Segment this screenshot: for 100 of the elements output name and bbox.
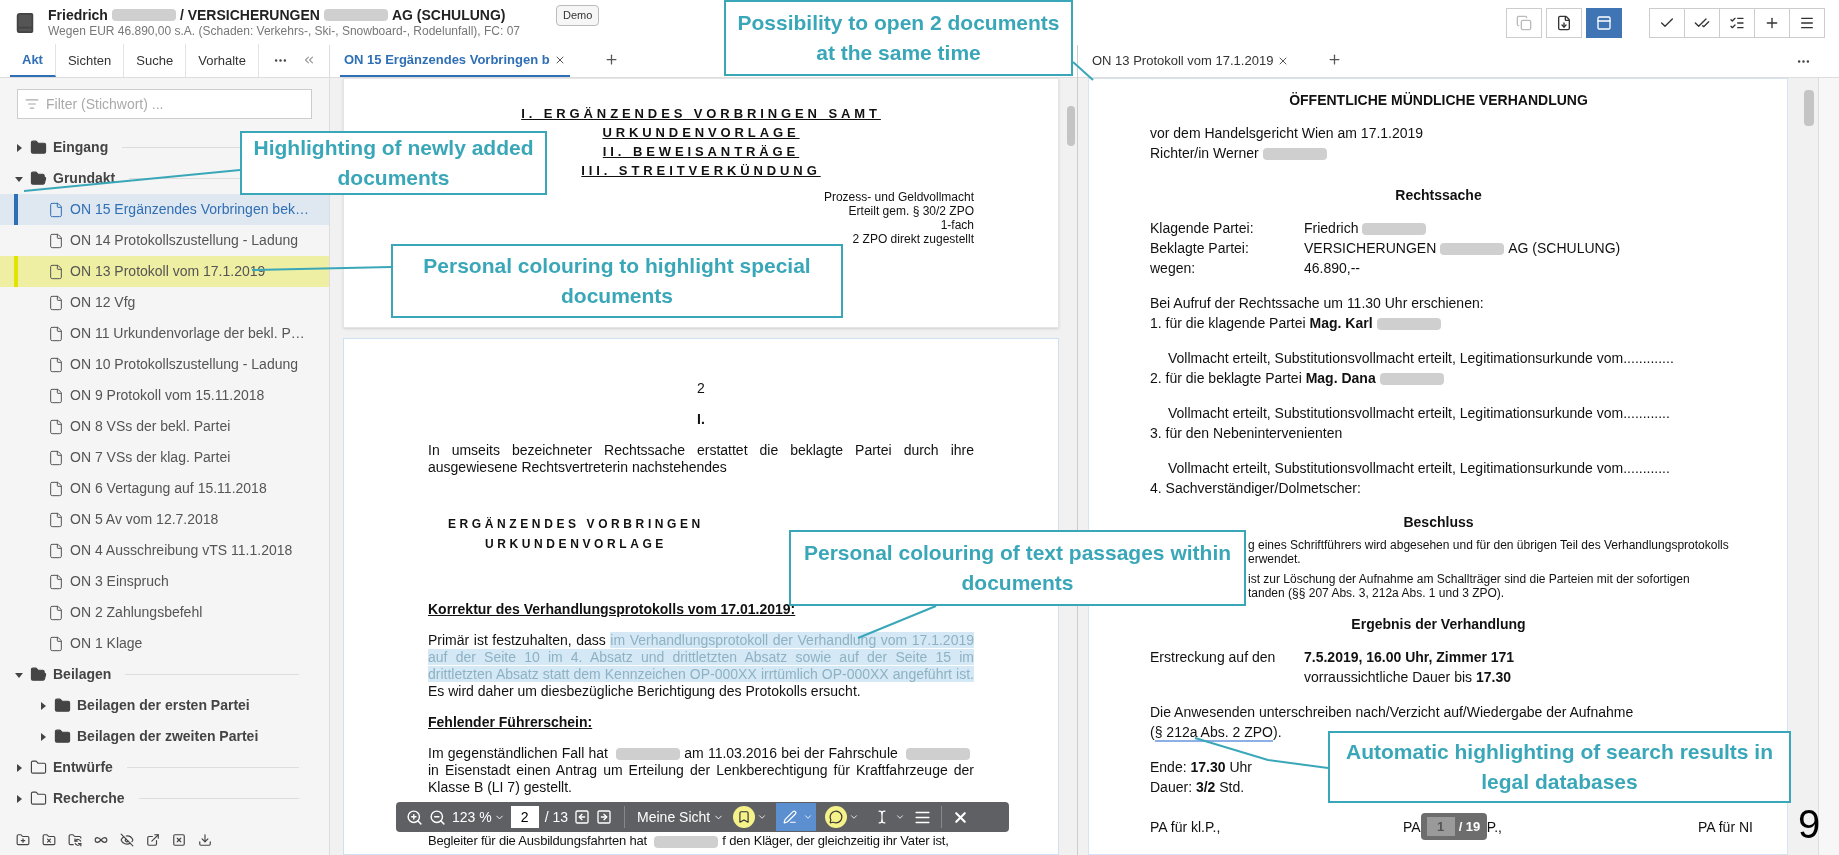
- next-page-icon[interactable]: [596, 809, 613, 825]
- document-item[interactable]: ON 8 VSs der bekl. Partei: [0, 411, 329, 442]
- add-tab-icon[interactable]: [1327, 52, 1343, 67]
- sidebar-tab[interactable]: Suche: [124, 44, 187, 77]
- scrollbar-thumb[interactable]: [1804, 90, 1814, 126]
- scrollbar-thumb[interactable]: [1067, 106, 1075, 146]
- document-text: erwendet.: [1248, 552, 1302, 566]
- document-item[interactable]: ON 10 Protokollszustellung - Ladung: [0, 349, 329, 380]
- document-section-title: Beschluss: [1403, 513, 1474, 532]
- redaction-blur: [616, 748, 681, 761]
- caret-down-icon: [849, 812, 860, 822]
- document-tab[interactable]: ON 13 Protokoll vom 17.1.2019: [1088, 44, 1294, 77]
- document-heading: ERGÄNZENDES VORBRINGEN: [448, 516, 704, 533]
- document-icon: [48, 387, 64, 404]
- annotation-callout: Personal colouring of text passages within documents: [789, 530, 1246, 606]
- folder-label[interactable]: Grundakt: [53, 168, 116, 189]
- sidebar-tab[interactable]: Akt: [10, 44, 56, 77]
- copy-icon: [1516, 14, 1532, 31]
- caret-down-icon: [803, 812, 814, 822]
- zoom-in-icon[interactable]: [406, 808, 423, 826]
- folder-label[interactable]: Beilagen der zweiten Partei: [77, 726, 259, 747]
- document-text: Richter/in Werner: [1150, 145, 1259, 161]
- document-icon: [48, 201, 64, 218]
- document-text: ).: [1272, 724, 1282, 740]
- caret-right-icon[interactable]: [38, 731, 48, 742]
- document-text: Bei Aufruf der Rechtssache um 11.30 Uhr erschienen:: [1150, 295, 1484, 311]
- caret-right-icon[interactable]: [38, 700, 48, 711]
- document-item[interactable]: ON 9 Protokoll vom 15.11.2018: [0, 380, 329, 411]
- redaction-blur: [654, 835, 719, 848]
- sidebar-tool-icon[interactable]: [16, 833, 30, 847]
- previous-page-icon[interactable]: [574, 809, 591, 825]
- folder-label[interactable]: Eingang: [53, 137, 109, 158]
- document-icon: [48, 480, 64, 497]
- document-item[interactable]: ON 2 Zahlungsbefehl: [0, 597, 329, 628]
- document-section-title: Rechtssache: [1395, 186, 1482, 205]
- document-item[interactable]: ON 14 Protokollszustellung - Ladung: [0, 225, 329, 256]
- page-input[interactable]: 2: [510, 806, 539, 828]
- filter-icon: [25, 97, 39, 111]
- signature-label: PA: [1403, 817, 1421, 837]
- document-icon: [48, 635, 64, 652]
- slide-number: 9: [1798, 801, 1821, 848]
- document-icon: [48, 263, 64, 280]
- document-item[interactable]: ON 5 Av vom 12.7.2018: [0, 504, 329, 535]
- folder-label[interactable]: Beilagen: [53, 664, 112, 685]
- sidebar-tool-icon[interactable]: [120, 833, 134, 847]
- document-icon: [48, 356, 64, 373]
- document-icon: [48, 294, 64, 311]
- document-item[interactable]: ON 1 Klage: [0, 628, 329, 659]
- view-dropdown[interactable]: Meine Sicht: [637, 806, 725, 828]
- document-text: vorraussichtliche Dauer bis 17.30: [1304, 669, 1511, 685]
- document-item[interactable]: ON 11 Urkundenvorlage der bekl. P…: [0, 318, 329, 349]
- caret-down-icon: [757, 812, 768, 822]
- filter-field[interactable]: Filter (Stichwort) ...: [17, 89, 312, 119]
- sidebar-tool-icon[interactable]: [42, 833, 56, 847]
- document-icon: [48, 604, 64, 621]
- document-text: vor dem Handelsgericht Wien am 17.1.2019: [1150, 125, 1424, 141]
- sidebar-tool-icon[interactable]: [68, 833, 82, 847]
- search-result-link[interactable]: § 212a Abs. 2 ZPO: [1154, 724, 1273, 742]
- sidebar-tool-icon[interactable]: [146, 833, 160, 847]
- document-icon: [48, 232, 64, 249]
- document-item[interactable]: ON 4 Ausschreibung vTS 11.1.2018: [0, 535, 329, 566]
- document-text: Vollmacht erteilt, Substitutionsvollmacht erteilt, Legitimationsurkunde vom............: [1168, 405, 1670, 421]
- document-item[interactable]: ON 12 Vfg: [0, 287, 329, 318]
- annotation-tool[interactable]: [776, 803, 817, 831]
- document-icon: [48, 511, 64, 528]
- document-item[interactable]: ON 6 Vertagung auf 15.11.2018: [0, 473, 329, 504]
- redaction-blur: [906, 748, 970, 761]
- zoom-out-icon[interactable]: [429, 808, 446, 826]
- document-item[interactable]: ON 15 Ergänzendes Vorbringen bek…: [0, 194, 329, 225]
- add-tab-icon[interactable]: [603, 52, 619, 67]
- folder-label[interactable]: Entwürfe: [53, 757, 113, 778]
- field-label: Klagende Partei:: [1150, 219, 1255, 238]
- document-heading: URKUNDENVORLAGE: [602, 124, 800, 142]
- document-item[interactable]: ON 13 Protokoll vom 17.1.2019: [0, 256, 329, 287]
- caret-right-icon[interactable]: [14, 762, 24, 773]
- body-text: in Eisenstadt einen Antrag um Erteilung der Lenkberechtigung für Kraftfahrzeuge der Klasse B (LI 7) gestellt.: [428, 762, 974, 795]
- body-text: In umseits bezeichneter Rechtssache erstattet die beklagte Partei durch ihre ausgewiesene Rechtsvertreterin nachstehendes: [428, 442, 974, 476]
- sidebar-tab[interactable]: Vorhalte: [186, 44, 259, 77]
- caret-right-icon[interactable]: [14, 142, 24, 153]
- sidebar-tool-icon[interactable]: [172, 833, 186, 847]
- signature-label: PA für NI: [1697, 817, 1753, 837]
- caret-right-icon[interactable]: [14, 793, 24, 804]
- document-heading: URKUNDENVORLAGE: [484, 536, 667, 553]
- annotation-callout: Personal colouring to highlight special documents: [391, 244, 843, 318]
- layout-icon: [1596, 14, 1612, 31]
- sidebar-tab[interactable]: Sichten: [55, 44, 125, 77]
- zoom-dropdown[interactable]: 123 %: [452, 806, 505, 828]
- document-icon: [48, 542, 64, 559]
- document-text: Ende: 17.30 Uhr: [1150, 759, 1252, 775]
- document-text: (: [1150, 724, 1155, 740]
- field-label: Erstreckung auf den: [1150, 648, 1277, 667]
- folder-label[interactable]: Beilagen der ersten Partei: [77, 695, 250, 716]
- document-item[interactable]: ON 7 VSs der klag. Partei: [0, 442, 329, 473]
- document-item[interactable]: ON 3 Einspruch: [0, 566, 329, 597]
- page-total: / 19: [1458, 817, 1481, 836]
- document-text: g eines Schriftführers wird abgesehen und für den übrigen Teil des Verhandlungsprotokolls: [1248, 538, 1730, 552]
- annotation-callout: Highlighting of newly added documents: [240, 131, 547, 195]
- sidebar-tool-icon[interactable]: [198, 833, 212, 847]
- document-text: 2. für die beklagte Partei Mag. Dana: [1150, 370, 1376, 386]
- folder-label[interactable]: Recherche: [53, 788, 125, 809]
